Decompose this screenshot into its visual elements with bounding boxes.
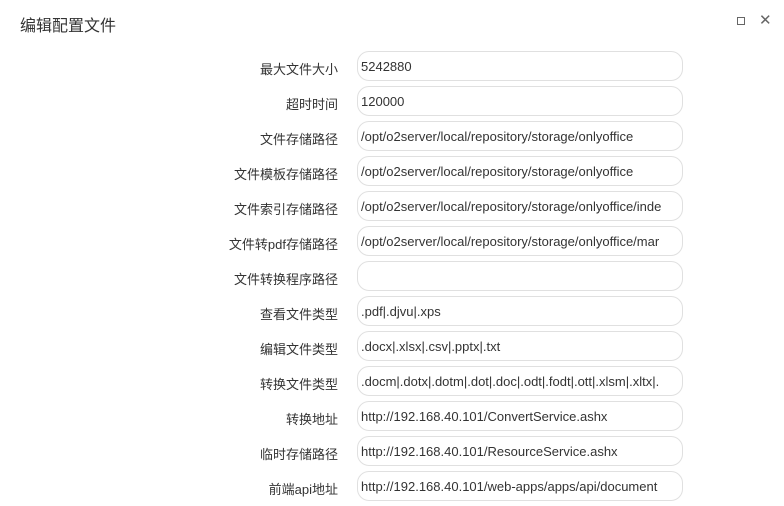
- field-label: 最大文件大小: [259, 62, 338, 77]
- field-label: 前端api地址: [268, 482, 338, 497]
- edit-types-input[interactable]: [357, 331, 683, 361]
- form-row-pdf-path: 文件转pdf存储路径: [0, 226, 784, 261]
- form-row-convert-types: 转换文件类型: [0, 366, 784, 401]
- index-path-input[interactable]: [357, 191, 683, 221]
- form-row-template-path: 文件模板存储路径: [0, 156, 784, 191]
- temp-storage-input[interactable]: [357, 436, 683, 466]
- field-label: 文件转换程序路径: [233, 272, 338, 287]
- timeout-input[interactable]: [357, 86, 683, 116]
- form-row-api-url: 前端api地址: [0, 471, 784, 506]
- view-types-input[interactable]: [357, 296, 683, 326]
- form-row-converter-path: 文件转换程序路径: [0, 261, 784, 296]
- field-label: 编辑文件类型: [259, 342, 338, 357]
- pdf-path-input[interactable]: [357, 226, 683, 256]
- field-label: 转换文件类型: [259, 377, 338, 392]
- form-row-temp-storage: 临时存储路径: [0, 436, 784, 471]
- max-file-size-input[interactable]: [357, 51, 683, 81]
- form-row-storage-path: 文件存储路径: [0, 121, 784, 156]
- convert-url-input[interactable]: [357, 401, 683, 431]
- field-label: 文件模板存储路径: [233, 167, 338, 182]
- convert-types-input[interactable]: [357, 366, 683, 396]
- form-row-convert-url: 转换地址: [0, 401, 784, 436]
- template-path-input[interactable]: [357, 156, 683, 186]
- config-form: 最大文件大小 超时时间 文件存储路径 文件模板存储路径 文件索引存储路径 文件转…: [0, 51, 784, 506]
- field-label: 文件索引存储路径: [233, 202, 338, 217]
- form-row-max-file-size: 最大文件大小: [0, 51, 784, 86]
- dialog-header: 编辑配置文件 ✕: [0, 0, 784, 44]
- form-row-edit-types: 编辑文件类型: [0, 331, 784, 366]
- form-row-view-types: 查看文件类型: [0, 296, 784, 331]
- dialog-title: 编辑配置文件: [20, 18, 117, 35]
- form-row-timeout: 超时时间: [0, 86, 784, 121]
- form-row-index-path: 文件索引存储路径: [0, 191, 784, 226]
- field-label: 转换地址: [285, 412, 338, 427]
- field-label: 临时存储路径: [259, 447, 338, 462]
- maximize-icon[interactable]: [737, 17, 745, 25]
- field-label: 查看文件类型: [259, 307, 338, 322]
- field-label: 超时时间: [285, 97, 338, 112]
- field-label: 文件存储路径: [259, 132, 338, 147]
- converter-path-input[interactable]: [357, 261, 683, 291]
- field-label: 文件转pdf存储路径: [228, 237, 338, 252]
- storage-path-input[interactable]: [357, 121, 683, 151]
- close-icon[interactable]: ✕: [759, 12, 772, 30]
